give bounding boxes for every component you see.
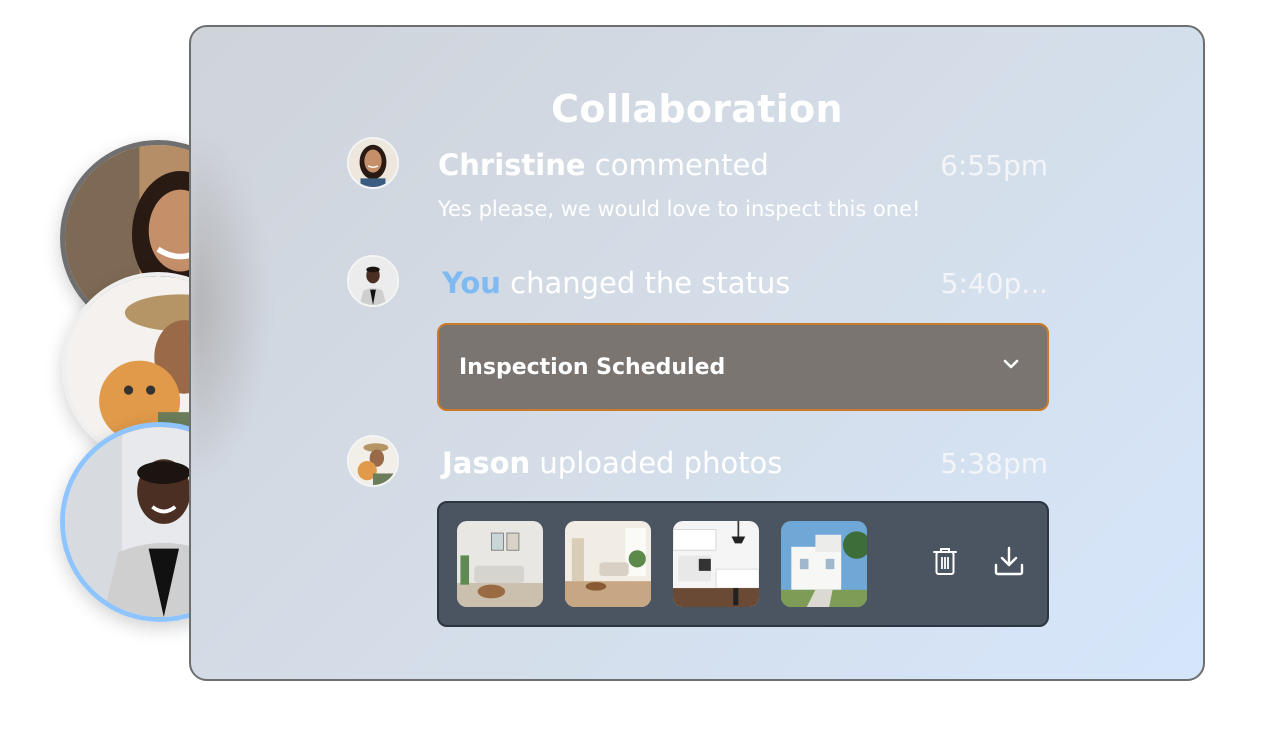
trash-icon xyxy=(931,546,959,580)
activity-time: 5:38pm xyxy=(940,446,1048,480)
status-dropdown[interactable]: Inspection Scheduled xyxy=(437,323,1049,411)
activity-header-jason: Jason uploaded photos 5:38pm xyxy=(442,443,1048,483)
uploaded-photos-panel xyxy=(437,501,1049,627)
activity-header-you: You changed the status 5:40p... xyxy=(442,263,1048,303)
comment-text: Yes please, we would love to inspect thi… xyxy=(438,197,921,221)
activity-text: Jason uploaded photos xyxy=(442,446,782,480)
photo-thumbnail-living-room[interactable] xyxy=(457,521,543,607)
photo-thumbnail-lounge[interactable] xyxy=(565,521,651,607)
activity-text: You changed the status xyxy=(442,266,790,300)
download-photos-button[interactable] xyxy=(989,543,1029,583)
activity-text: Christine commented xyxy=(438,148,769,182)
avatar-you[interactable] xyxy=(347,255,399,307)
activity-header-christine: Christine commented 6:55pm xyxy=(438,145,1048,185)
collaboration-panel: Collaboration Christine commented 6:55pm… xyxy=(189,25,1205,681)
chevron-down-icon xyxy=(1001,354,1021,380)
avatar-christine[interactable] xyxy=(347,137,399,189)
delete-photos-button[interactable] xyxy=(925,543,965,583)
photo-thumbnail-house-exterior[interactable] xyxy=(781,521,867,607)
collaboration-stage: Collaboration Christine commented 6:55pm… xyxy=(0,0,1266,730)
activity-time: 6:55pm xyxy=(940,148,1048,182)
avatar-jason[interactable] xyxy=(347,435,399,487)
activity-action: commented xyxy=(594,148,769,182)
activity-user-name[interactable]: You xyxy=(442,266,501,300)
panel-title: Collaboration xyxy=(551,87,843,131)
status-value: Inspection Scheduled xyxy=(459,354,726,380)
download-icon xyxy=(993,545,1025,581)
activity-action: uploaded photos xyxy=(539,446,783,480)
activity-user-name[interactable]: Christine xyxy=(438,148,586,182)
activity-time: 5:40p... xyxy=(940,266,1048,300)
activity-action: changed the status xyxy=(510,266,791,300)
photo-thumbnail-kitchen[interactable] xyxy=(673,521,759,607)
activity-user-name[interactable]: Jason xyxy=(442,446,530,480)
